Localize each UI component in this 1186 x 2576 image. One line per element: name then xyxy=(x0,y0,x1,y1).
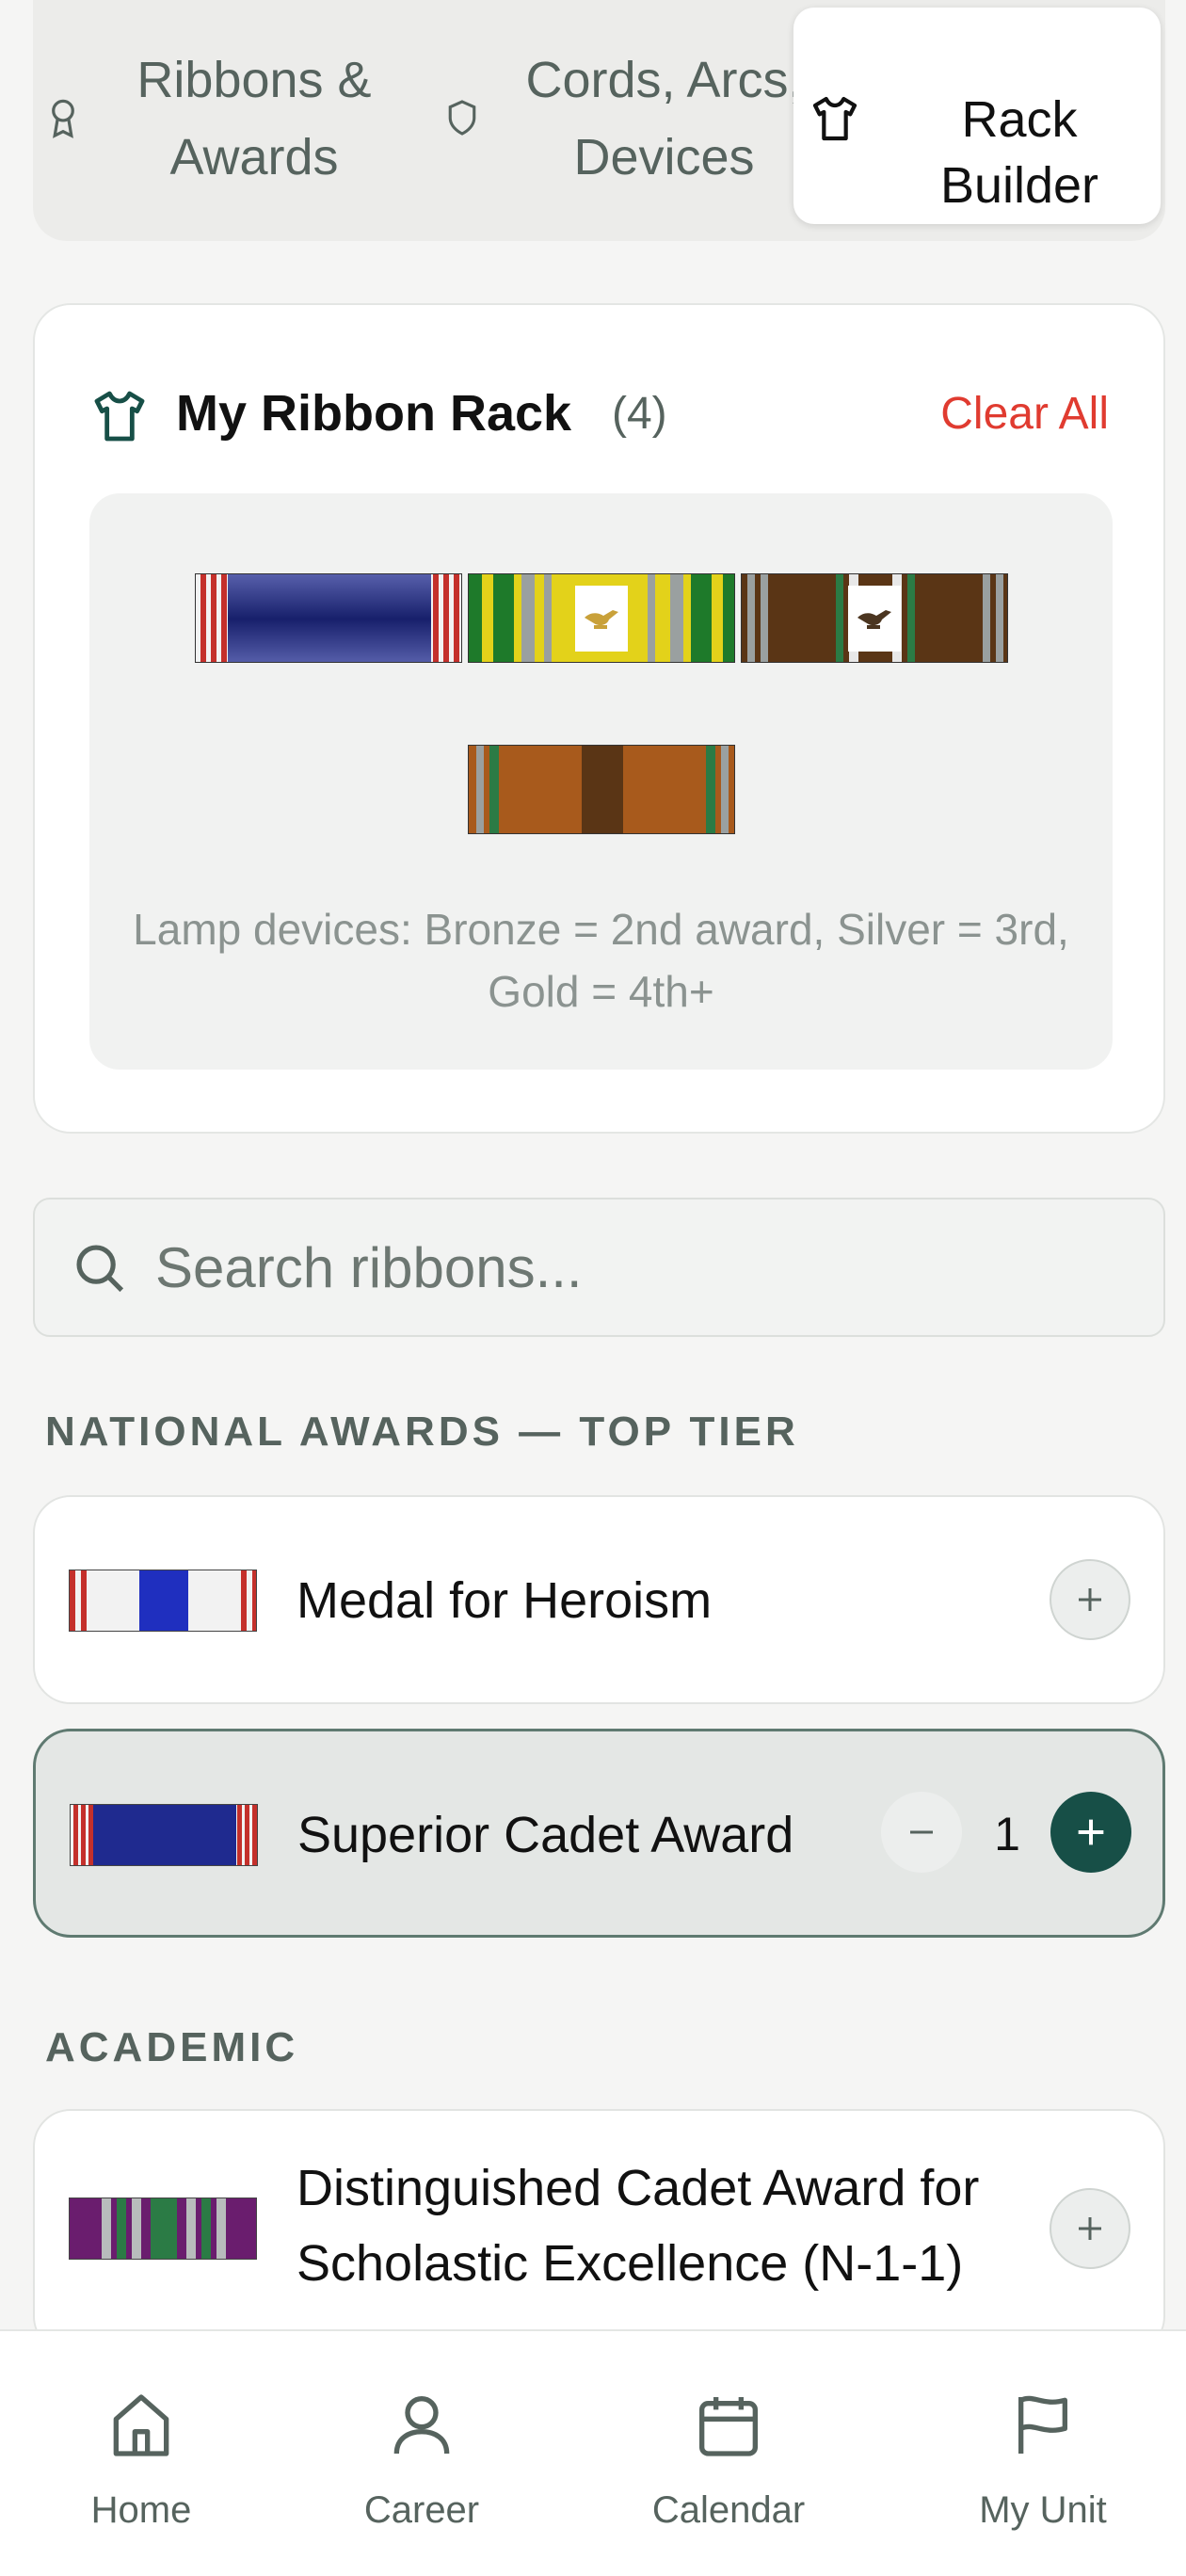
shield-icon xyxy=(443,99,481,137)
plus-icon xyxy=(1079,1588,1101,1611)
rack-ribbon-orange-brown[interactable] xyxy=(468,745,735,834)
calendar-icon xyxy=(691,2388,766,2463)
tab-rack-builder[interactable]: Rack Builder xyxy=(793,8,1161,224)
ribbon-list-item[interactable]: Distinguished Cadet Award for Scholastic… xyxy=(33,2109,1165,2354)
section-label-academic: ACADEMIC xyxy=(45,2024,299,2070)
add-button[interactable] xyxy=(1050,1559,1130,1640)
search-icon xyxy=(71,1239,129,1297)
lamp-device-note: Lamp devices: Bronze = 2nd award, Silver… xyxy=(133,905,1069,1016)
nav-label: Home xyxy=(90,2489,192,2531)
ribbon-name: Medal for Heroism xyxy=(296,1572,713,1629)
decrement-button[interactable] xyxy=(881,1792,962,1873)
plus-icon xyxy=(1078,1819,1104,1845)
quantity-value: 1 xyxy=(994,1808,1020,1860)
nav-label: My Unit xyxy=(979,2489,1107,2531)
nav-calendar[interactable]: Calendar xyxy=(616,2388,841,2557)
rack-ribbon-superior-cadet[interactable] xyxy=(195,573,462,663)
shirt-icon xyxy=(809,92,861,145)
tab-ribbons-awards[interactable]: Ribbons & Awards xyxy=(33,0,408,226)
search-bar xyxy=(33,1198,1165,1337)
home-icon xyxy=(104,2388,179,2463)
minus-icon xyxy=(910,1830,933,1834)
rack-ribbon-yellow-green[interactable] xyxy=(468,573,735,663)
tab-label: Ribbons & Awards xyxy=(136,52,372,185)
plus-icon xyxy=(1079,2217,1101,2240)
nav-label: Calendar xyxy=(651,2489,806,2531)
person-icon xyxy=(384,2388,459,2463)
clear-all-button[interactable]: Clear All xyxy=(940,388,1109,440)
nav-my-unit[interactable]: My Unit xyxy=(930,2388,1156,2557)
ribbon-name: Superior Cadet Award xyxy=(297,1807,794,1863)
ribbon-rack-card: My Ribbon Rack (4) Clear All Lamp device… xyxy=(33,303,1165,1134)
ribbon-swatch-scholastic-excellence xyxy=(69,2198,257,2260)
rack-title: My Ribbon Rack xyxy=(176,385,572,442)
bronze-lamp-device-icon xyxy=(848,585,901,652)
flag-icon xyxy=(1005,2388,1081,2463)
ribbon-list-item-selected[interactable]: Superior Cadet Award 1 xyxy=(33,1729,1165,1938)
ribbon-swatch-medal-for-heroism xyxy=(69,1570,257,1632)
rack-header: My Ribbon Rack (4) Clear All xyxy=(89,378,1109,454)
nav-career[interactable]: Career xyxy=(309,2388,535,2557)
tab-cords-arcs-devices[interactable]: Cords, Arcs, Devices xyxy=(408,0,822,226)
ribbon-name: Distinguished Cadet Award for Scholastic… xyxy=(296,2160,980,2292)
increment-button[interactable] xyxy=(1050,1792,1131,1873)
ribbon-list-item[interactable]: Medal for Heroism xyxy=(33,1495,1165,1704)
ribbon-swatch-superior-cadet xyxy=(70,1804,258,1866)
segmented-tabs: Ribbons & Awards Cords, Arcs, Devices Ra… xyxy=(33,0,1165,241)
bottom-navigation: Home Career Calendar My Unit xyxy=(0,2329,1186,2576)
rack-preview: Lamp devices: Bronze = 2nd award, Silver… xyxy=(89,493,1113,1070)
search-input[interactable] xyxy=(155,1218,1134,1316)
nav-home[interactable]: Home xyxy=(28,2388,254,2557)
shirt-icon xyxy=(89,386,150,446)
rack-ribbon-brown[interactable] xyxy=(741,573,1008,663)
add-button[interactable] xyxy=(1050,2188,1130,2269)
tab-label: Cords, Arcs, Devices xyxy=(525,52,803,185)
tab-label: Rack Builder xyxy=(939,91,1099,214)
nav-label: Career xyxy=(363,2489,480,2531)
award-icon xyxy=(44,99,82,138)
section-label-national: NATIONAL AWARDS — TOP TIER xyxy=(45,1409,799,1455)
gold-lamp-device-icon xyxy=(575,585,628,652)
rack-count: (4) xyxy=(612,389,667,439)
